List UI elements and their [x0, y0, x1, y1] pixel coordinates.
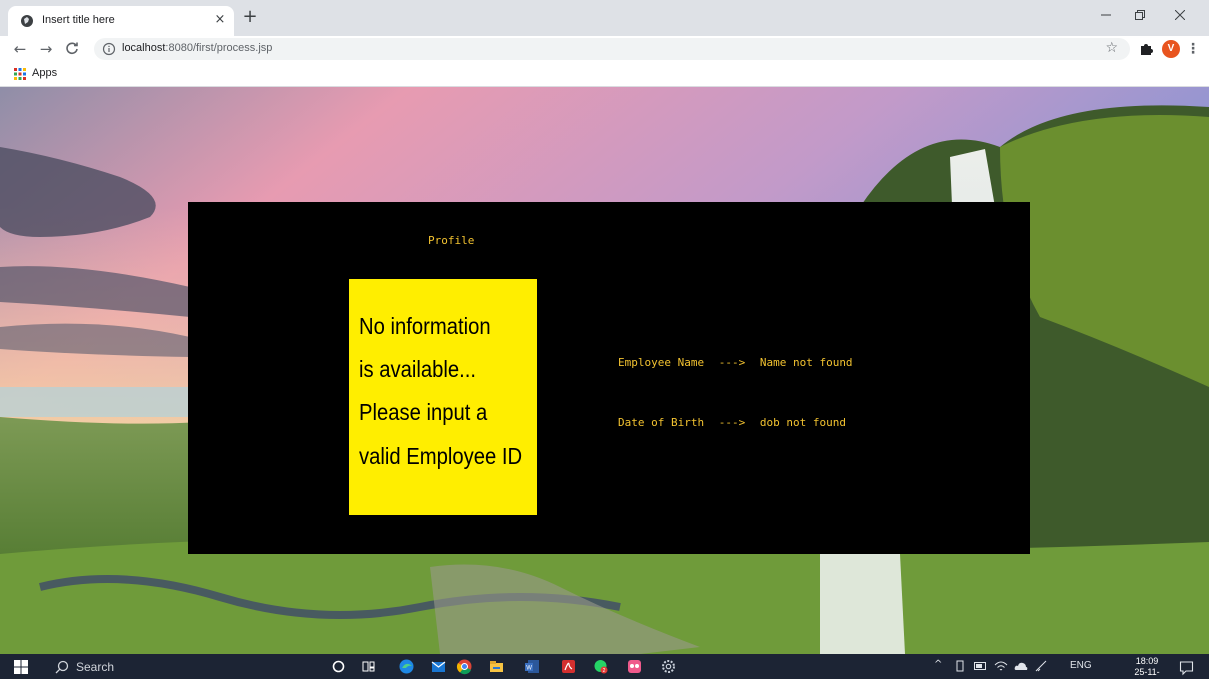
wifi-icon[interactable] [994, 660, 1008, 672]
network-icon[interactable] [1034, 660, 1048, 672]
edge-icon[interactable] [398, 658, 415, 675]
star-icon[interactable]: ☆ [1105, 40, 1118, 56]
onedrive-icon[interactable] [1014, 661, 1028, 671]
tab-strip: Insert title here × + [0, 0, 1209, 36]
window-close-icon[interactable] [1166, 6, 1194, 28]
cortana-icon[interactable] [330, 658, 347, 675]
field-label: Employee Name [618, 356, 705, 369]
reload-icon[interactable] [62, 39, 82, 59]
dob-row: Date of Birth ---> dob not found [618, 416, 846, 429]
tab-title: Insert title here [42, 14, 115, 26]
notice-line: valid Employee ID [359, 443, 523, 469]
chevron-up-icon[interactable]: ^ [934, 659, 942, 670]
address-bar[interactable]: localhost:8080/first/process.jsp ☆ [94, 38, 1130, 60]
url-host: localhost [122, 42, 166, 54]
field-label: Date of Birth [618, 416, 705, 429]
task-view-icon[interactable] [360, 658, 377, 675]
word-icon[interactable]: W [524, 658, 541, 675]
notifications-icon[interactable] [1178, 659, 1195, 676]
mail-icon[interactable] [430, 658, 447, 675]
avatar[interactable]: V [1162, 40, 1180, 58]
restore-icon[interactable] [1126, 6, 1154, 28]
info-icon[interactable] [102, 42, 116, 56]
notice-line: is available... [359, 356, 477, 382]
field-value: Name not found [759, 356, 853, 369]
search-icon[interactable] [54, 659, 70, 675]
field-value: dob not found [759, 416, 846, 429]
plus-icon[interactable]: + [240, 8, 260, 28]
battery-icon[interactable] [974, 661, 988, 671]
field-arrow: ---> [718, 416, 746, 429]
clock-date: 25-11-2020 [1134, 667, 1160, 688]
kebab-icon[interactable]: ⋮ [1186, 39, 1200, 59]
windows-icon[interactable] [14, 660, 28, 674]
puzzle-icon[interactable] [1137, 40, 1155, 58]
field-arrow: ---> [718, 356, 746, 369]
whatsapp-icon[interactable]: 2 [592, 658, 609, 675]
globe-icon [21, 15, 33, 27]
url-text: localhost:8080/first/process.jsp [122, 42, 272, 54]
acrobat-icon[interactable] [560, 658, 577, 675]
search-box[interactable]: Search [76, 660, 114, 674]
clock-time: 18:09 [1135, 656, 1159, 666]
svg-text:2: 2 [603, 668, 606, 674]
apps-bookmark[interactable]: Apps [32, 67, 57, 79]
close-icon[interactable]: × [212, 12, 228, 28]
svg-text:W: W [526, 666, 532, 672]
no-info-image: No information is available... Please in… [349, 279, 537, 515]
apps-grid-icon[interactable] [14, 68, 26, 80]
clock[interactable]: 18:09 25-11-2020 [1128, 656, 1166, 689]
browser-tab[interactable]: Insert title here × [8, 6, 234, 36]
windows-taskbar: Search W 2 ^ ENG 18:09 25-11-2020 [0, 654, 1209, 688]
forward-icon[interactable]: → [36, 39, 56, 59]
employee-name-row: Employee Name ---> Name not found [618, 356, 853, 369]
back-icon[interactable]: ← [10, 39, 30, 59]
pen-icon[interactable] [954, 660, 966, 672]
page-viewport: Profile No information is available... P… [0, 87, 1209, 654]
app-icon[interactable] [626, 658, 643, 675]
settings-icon[interactable] [660, 658, 677, 675]
notice-line: No information [359, 313, 491, 339]
url-path: :8080/first/process.jsp [165, 42, 273, 54]
minimize-icon[interactable] [1092, 6, 1120, 28]
file-explorer-icon[interactable] [488, 658, 505, 675]
profile-title: Profile [428, 234, 475, 247]
profile-panel: Profile No information is available... P… [188, 202, 1030, 554]
notice-line: Please input a [359, 399, 488, 425]
chrome-icon[interactable] [456, 658, 473, 675]
language-indicator[interactable]: ENG [1070, 660, 1092, 671]
browser-toolbar: ← → localhost:8080/first/process.jsp ☆ V… [0, 36, 1209, 62]
bookmarks-bar: Apps [0, 62, 1209, 87]
